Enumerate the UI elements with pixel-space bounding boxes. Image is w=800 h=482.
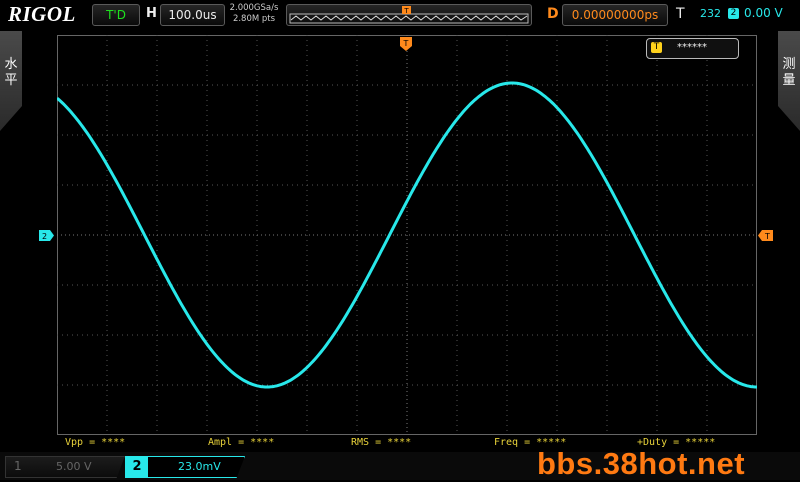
svg-text:T: T: [764, 232, 770, 241]
ch2-channel-button[interactable]: 2 23.0mV: [125, 456, 245, 478]
svg-text:2: 2: [42, 232, 47, 241]
acquisition-info: 2.000GSa/s 2.80M pts: [229, 3, 279, 25]
timebase-value[interactable]: 100.0us: [160, 4, 225, 26]
sample-rate: 2.000GSa/s: [229, 3, 279, 13]
ch2-ground-marker[interactable]: 2: [39, 230, 54, 241]
forum-watermark: bbs.38hot.net: [537, 446, 746, 481]
trigger-position-marker[interactable]: T: [400, 37, 412, 51]
memory-waveform-icon: T: [289, 6, 529, 24]
measure-rms[interactable]: RMS = ****: [351, 437, 411, 448]
measure-menu-label: 测量: [782, 57, 796, 88]
horizontal-menu-tab[interactable]: 水平: [0, 31, 22, 131]
ch1-channel-button[interactable]: 1 5.00 V: [5, 456, 125, 478]
horizontal-menu-label: 水平: [4, 57, 18, 88]
grid: [57, 35, 757, 435]
ch2-scale: 23.0mV: [178, 460, 221, 473]
measure-vpp[interactable]: Vpp = ****: [65, 437, 125, 448]
measure-menu-tab[interactable]: 测量: [778, 31, 800, 131]
run-state-button[interactable]: T'D: [92, 4, 140, 26]
waveform-display[interactable]: [57, 35, 757, 435]
ch1-scale: 5.00 V: [56, 460, 92, 473]
memory-trigger-marker: T: [403, 7, 409, 15]
trigger-status-value: ******: [677, 42, 707, 53]
trigger-status-box: T ******: [646, 38, 739, 59]
svg-text:T: T: [403, 39, 409, 48]
trigger-source-badge: 2: [728, 8, 739, 19]
memory-depth: 2.80M pts: [232, 14, 276, 24]
rigol-logo: RIGOL: [8, 2, 76, 26]
top-status-bar: RIGOL T'D H 100.0us 2.000GSa/s 2.80M pts…: [0, 0, 800, 29]
delay-label: D: [547, 6, 559, 22]
trigger-count: 232: [700, 7, 721, 20]
measure-ampl[interactable]: Ampl = ****: [208, 437, 274, 448]
trigger-level-marker[interactable]: T: [758, 230, 773, 241]
memory-overview-strip[interactable]: T: [286, 4, 532, 26]
ch2-number: 2: [126, 457, 148, 477]
trigger-label: T: [676, 6, 685, 22]
ch1-number: 1: [14, 459, 22, 473]
trigger-level-value[interactable]: 0.00 V: [744, 6, 783, 20]
delay-value[interactable]: 0.00000000ps: [562, 4, 668, 26]
horizontal-label: H: [146, 6, 157, 21]
trigger-status-icon: T: [651, 42, 662, 53]
